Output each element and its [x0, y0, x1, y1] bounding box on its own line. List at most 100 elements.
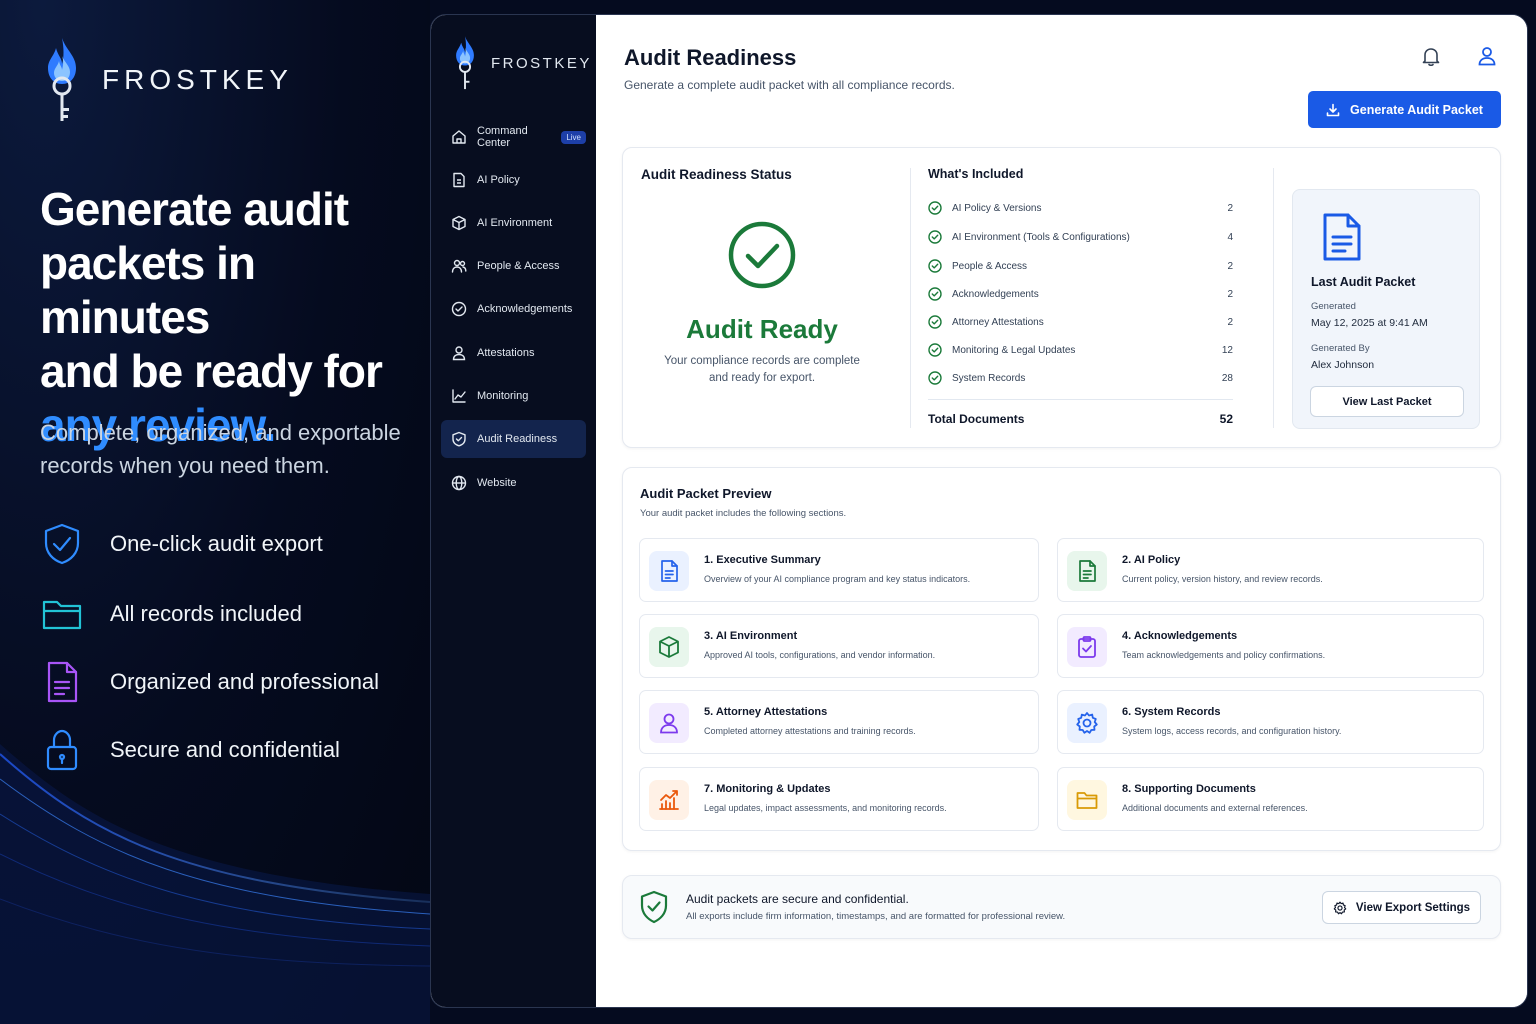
- sidebar-item-label: People & Access: [477, 260, 560, 272]
- sidebar-item-acknowledgements[interactable]: Acknowledgements: [441, 290, 586, 328]
- preview-subtitle: Your audit packet includes the following…: [640, 508, 847, 519]
- sidebar-item-label: Attestations: [477, 347, 535, 359]
- included-count: 2: [1227, 260, 1233, 272]
- sidebar-brand-name: FROSTKEY: [491, 54, 592, 72]
- document-icon: [661, 560, 678, 582]
- audit-packet-preview-card: Audit Packet Preview Your audit packet i…: [622, 467, 1501, 851]
- included-row: Monitoring & Legal Updates 12: [928, 340, 1233, 360]
- feature-item: All records included: [40, 592, 302, 636]
- included-count: 28: [1221, 372, 1233, 384]
- divider: [910, 168, 911, 428]
- preview-section-item[interactable]: 5. Attorney Attestations Completed attor…: [639, 690, 1039, 754]
- policy-doc-icon: [1079, 560, 1096, 582]
- section-title: 8. Supporting Documents: [1122, 783, 1256, 795]
- included-row: People & Access 2: [928, 256, 1233, 276]
- check-circle-icon: [728, 221, 796, 289]
- check-circle-icon: [928, 371, 942, 385]
- feature-label: Organized and professional: [110, 669, 380, 694]
- section-title: 7. Monitoring & Updates: [704, 783, 831, 795]
- preview-section-item[interactable]: 8. Supporting Documents Additional docum…: [1057, 767, 1484, 831]
- total-value: 52: [1219, 412, 1233, 426]
- clipboard-check-icon: [1078, 636, 1096, 658]
- sidebar-item-command-center[interactable]: Command Center Live: [441, 118, 586, 156]
- cube-icon: [659, 636, 679, 658]
- sidebar-item-ai-policy[interactable]: AI Policy: [441, 161, 586, 199]
- sidebar-item-website[interactable]: Website: [441, 464, 586, 502]
- preview-section-item[interactable]: 1. Executive Summary Overview of your AI…: [639, 538, 1039, 602]
- last-packet-title: Last Audit Packet: [1311, 275, 1416, 289]
- sidebar-item-label: Command Center: [477, 125, 528, 149]
- section-desc: Additional documents and external refere…: [1122, 803, 1308, 813]
- feature-item: One-click audit export: [40, 522, 323, 566]
- feature-item: Organized and professional: [40, 660, 379, 704]
- preview-section-item[interactable]: 7. Monitoring & Updates Legal updates, i…: [639, 767, 1039, 831]
- included-label: People & Access: [952, 260, 1028, 272]
- view-last-packet-button[interactable]: View Last Packet: [1310, 386, 1464, 417]
- sidebar-item-people-access[interactable]: People & Access: [441, 247, 586, 285]
- included-label: Acknowledgements: [952, 288, 1039, 300]
- user-profile-icon[interactable]: [1476, 45, 1498, 67]
- users-icon: [451, 259, 467, 273]
- included-count: 2: [1227, 288, 1233, 300]
- section-icon-wrap: [1067, 551, 1107, 591]
- generated-by-label: Generated By: [1311, 343, 1370, 354]
- check-circle-icon: [928, 315, 942, 329]
- divider: [1273, 168, 1274, 428]
- preview-section-item[interactable]: 6. System Records System logs, access re…: [1057, 690, 1484, 754]
- bell-icon[interactable]: [1420, 45, 1442, 67]
- secure-notice-card: Audit packets are secure and confidentia…: [622, 875, 1501, 939]
- section-title: 3. AI Environment: [704, 630, 798, 642]
- sidebar-item-monitoring[interactable]: Monitoring: [441, 377, 586, 415]
- preview-section-item[interactable]: 4. Acknowledgements Team acknowledgement…: [1057, 614, 1484, 678]
- divider: [928, 399, 1233, 400]
- document-icon: [1323, 213, 1361, 261]
- chart-icon: [452, 389, 466, 403]
- generated-label: Generated: [1311, 301, 1356, 312]
- user-icon: [452, 346, 466, 361]
- check-circle-icon: [928, 259, 942, 273]
- view-export-settings-button[interactable]: View Export Settings: [1322, 891, 1481, 924]
- section-title: 1. Executive Summary: [704, 554, 821, 566]
- gear-icon: [1076, 712, 1098, 734]
- export-settings-label: View Export Settings: [1355, 901, 1471, 914]
- sidebar-item-ai-environment[interactable]: AI Environment: [441, 204, 586, 242]
- section-desc: Current policy, version history, and rev…: [1122, 574, 1323, 584]
- live-badge: Live: [561, 130, 586, 144]
- sidebar-item-label: Monitoring: [477, 390, 529, 402]
- total-documents-row: Total Documents 52: [928, 412, 1233, 426]
- feature-item: Secure and confidential: [40, 728, 340, 772]
- audit-ready-status: Audit Ready: [686, 314, 838, 344]
- hero-title-line: and be ready for: [40, 345, 383, 397]
- included-label: System Records: [952, 372, 1026, 384]
- gear-icon: [1333, 901, 1347, 914]
- section-desc: Approved AI tools, configurations, and v…: [704, 650, 936, 660]
- sidebar-item-label: AI Environment: [477, 217, 553, 229]
- total-label: Total Documents: [928, 412, 1025, 426]
- folder-icon: [1076, 792, 1098, 809]
- section-title: 4. Acknowledgements: [1122, 630, 1238, 642]
- sidebar-item-label: Audit Readiness: [477, 433, 558, 445]
- included-count: 12: [1221, 344, 1233, 356]
- section-icon-wrap: [649, 627, 689, 667]
- shield-check-icon: [640, 890, 668, 924]
- flame-key-logo-icon: [48, 38, 76, 121]
- sidebar-item-attestations[interactable]: Attestations: [441, 334, 586, 372]
- secure-title: Audit packets are secure and confidentia…: [686, 892, 909, 906]
- sidebar-item-audit-readiness[interactable]: Audit Readiness: [441, 420, 586, 458]
- section-desc: Overview of your AI compliance program a…: [704, 574, 971, 584]
- check-circle-icon: [928, 230, 942, 244]
- check-circle-icon: [928, 201, 942, 215]
- lock-icon: [46, 729, 78, 771]
- user-icon: [660, 713, 678, 734]
- section-title: 6. System Records: [1122, 706, 1221, 718]
- generate-audit-packet-button[interactable]: Generate Audit Packet: [1308, 91, 1501, 128]
- section-title: 2. AI Policy: [1122, 554, 1181, 566]
- shield-check-icon: [44, 523, 80, 565]
- generated-value: May 12, 2025 at 9:41 AM: [1311, 317, 1428, 329]
- preview-section-item[interactable]: 2. AI Policy Current policy, version his…: [1057, 538, 1484, 602]
- flame-key-logo-icon: [456, 36, 474, 90]
- last-audit-packet-card: Last Audit Packet Generated May 12, 2025…: [1292, 189, 1480, 429]
- status-title: Audit Readiness Status: [641, 167, 792, 182]
- preview-section-item[interactable]: 3. AI Environment Approved AI tools, con…: [639, 614, 1039, 678]
- secure-description: All exports include firm information, ti…: [686, 911, 1066, 922]
